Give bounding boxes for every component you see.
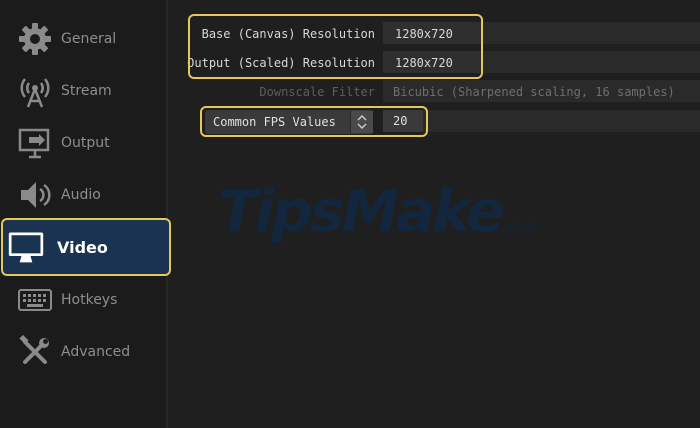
sidebar-item-audio[interactable]: Audio	[0, 169, 166, 221]
sidebar-item-output[interactable]: Output	[0, 117, 166, 169]
downscale-filter-label: Downscale Filter	[259, 85, 375, 99]
sidebar-item-video[interactable]: Video	[1, 218, 171, 276]
monitor-icon	[7, 228, 45, 266]
keyboard-icon	[16, 281, 54, 319]
output-icon	[16, 124, 54, 162]
fps-row-bg	[383, 110, 700, 132]
sidebar-item-label: Audio	[61, 187, 101, 203]
watermark-suffix: .com	[502, 219, 537, 235]
sidebar-item-hotkeys[interactable]: Hotkeys	[0, 274, 166, 326]
resolution-highlight-box	[188, 14, 483, 79]
speaker-icon	[16, 176, 54, 214]
sidebar-item-general[interactable]: General	[0, 13, 166, 65]
sidebar-item-label: Advanced	[61, 344, 131, 360]
sidebar-divider	[166, 0, 168, 428]
gear-icon	[16, 20, 54, 58]
sidebar-item-stream[interactable]: Stream	[0, 65, 166, 117]
downscale-filter-value[interactable]: Bicubic (Sharpened scaling, 16 samples)	[393, 85, 675, 99]
fps-highlight-box	[200, 106, 428, 137]
sidebar-item-advanced[interactable]: Advanced	[0, 326, 166, 378]
sidebar-item-label: General	[61, 31, 117, 47]
sidebar-item-label: Video	[57, 237, 108, 257]
watermark-text: TipsMake	[218, 177, 505, 245]
watermark-logo: TipsMake.com	[218, 181, 537, 257]
sidebar-item-label: Output	[61, 135, 110, 151]
sidebar-item-label: Hotkeys	[61, 292, 118, 308]
tools-icon	[16, 333, 54, 371]
sidebar-item-label: Stream	[61, 83, 112, 99]
antenna-icon	[16, 72, 54, 110]
